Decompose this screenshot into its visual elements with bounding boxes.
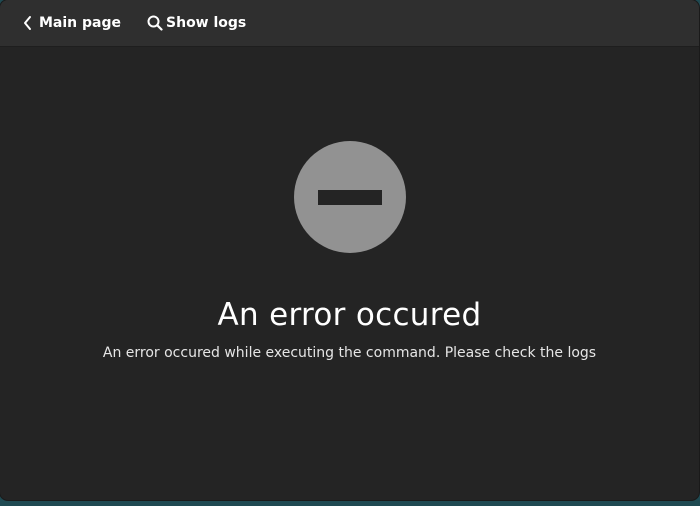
status-page: An error occured An error occured while … — [0, 47, 699, 500]
no-entry-bar — [317, 189, 382, 205]
show-logs-label: Show logs — [166, 15, 247, 31]
chevron-left-icon — [20, 15, 36, 31]
no-entry-icon — [293, 141, 406, 253]
status-description: An error occured while executing the com… — [102, 345, 597, 361]
status-title: An error occured — [217, 297, 482, 333]
main-page-label: Main page — [39, 15, 122, 31]
search-icon — [147, 15, 163, 31]
headerbar: Main page Show logs — [0, 0, 699, 47]
app-window: Main page Show logs An error occured An … — [0, 0, 699, 500]
show-logs-button[interactable]: Show logs — [139, 7, 254, 39]
main-page-button[interactable]: Main page — [12, 7, 129, 39]
